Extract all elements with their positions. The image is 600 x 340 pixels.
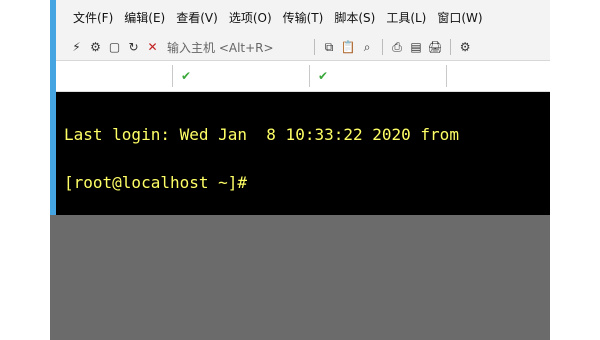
quick-connect-icon[interactable]: ⚙ <box>87 39 104 56</box>
menu-edit[interactable]: 编辑(E) <box>124 9 165 26</box>
terminal-prompt: [root@localhost ~]# <box>64 173 248 192</box>
menu-view[interactable]: 查看(V) <box>176 9 218 26</box>
toolbar: ⚡ ⚙ ▢ ↻ ✕ 输入主机 <Alt+R> ⧉ 📋 ⌕ ⎙ ▤ 🖨 ⚙ <box>56 34 550 61</box>
menu-tools[interactable]: 工具(L) <box>386 9 426 26</box>
session-tab[interactable]: ✔ <box>310 65 447 87</box>
print-icon[interactable]: ⎙ <box>389 39 406 56</box>
reconnect-icon[interactable]: ↻ <box>125 39 142 56</box>
log-icon[interactable]: 🖨 <box>427 39 444 56</box>
print-setup-icon[interactable]: ▤ <box>408 39 425 56</box>
menu-transfer[interactable]: 传输(T) <box>283 9 324 26</box>
terminal-line: Last login: Wed Jan 8 10:33:22 2020 from <box>64 125 459 144</box>
find-icon[interactable]: ⌕ <box>359 39 376 56</box>
session-tabs: ✔ ✔ <box>56 61 550 92</box>
open-session-icon[interactable]: ▢ <box>106 39 123 56</box>
connected-check-icon: ✔ <box>181 69 192 83</box>
menu-file[interactable]: 文件(F) <box>73 9 113 26</box>
menu-window[interactable]: 窗口(W) <box>437 9 482 26</box>
toolbar-separator <box>381 39 383 55</box>
copy-icon[interactable]: ⧉ <box>321 39 338 56</box>
menu-options[interactable]: 选项(O) <box>229 9 272 26</box>
terminal-output[interactable]: Last login: Wed Jan 8 10:33:22 2020 from… <box>56 92 550 215</box>
disconnect-icon[interactable]: ✕ <box>144 39 161 56</box>
menu-bar: 文件(F) 编辑(E) 查看(V) 选项(O) 传输(T) 脚本(S) 工具(L… <box>56 0 550 34</box>
toolbar-separator <box>449 39 451 55</box>
toolbar-separator <box>313 39 315 55</box>
menu-script[interactable]: 脚本(S) <box>334 9 375 26</box>
session-tab[interactable]: ✔ <box>173 65 310 87</box>
settings-icon[interactable]: ⚙ <box>457 39 474 56</box>
paste-icon[interactable]: 📋 <box>340 39 357 56</box>
host-input-hint[interactable]: 输入主机 <Alt+R> <box>167 39 274 56</box>
connected-check-icon: ✔ <box>318 69 329 83</box>
session-tab[interactable] <box>56 65 173 87</box>
connect-icon[interactable]: ⚡ <box>68 39 85 56</box>
